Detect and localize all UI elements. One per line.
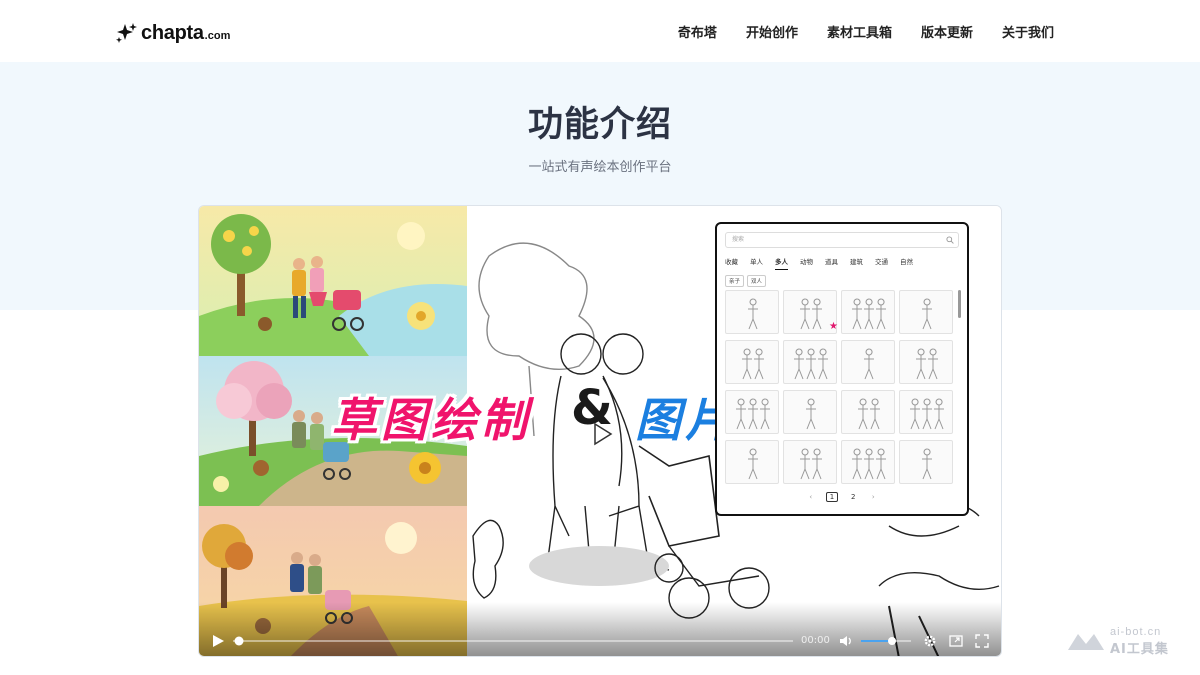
figure-line-art (736, 398, 770, 430)
chip-two-people[interactable]: 双人 (747, 275, 767, 287)
figure-line-art (748, 298, 758, 330)
asset-thumbnail[interactable]: ★ (783, 290, 838, 334)
favorite-star-icon[interactable]: ★ (829, 321, 838, 332)
asset-thumbnail[interactable] (841, 290, 895, 334)
page-1-button[interactable]: 1 (825, 492, 839, 502)
asset-thumbnail[interactable] (725, 390, 779, 434)
site-logo[interactable]: chapta .com (116, 20, 230, 44)
feature-video-player[interactable]: 草图绘制 & 图片转绘 搜索 收藏 单人 多人 动物 道具 建筑 交通 自然 亲… (198, 205, 1002, 657)
asset-pagination: ‹ 1 2 › (717, 492, 967, 502)
video-controls: 00:00 (199, 624, 1001, 656)
search-icon (946, 236, 954, 244)
figure-line-art (864, 348, 874, 380)
watermark-brand: AI工具集 (1110, 642, 1169, 657)
figure-line-art (800, 448, 822, 480)
page-title: 功能介绍 (527, 105, 672, 145)
play-icon[interactable] (583, 416, 619, 452)
asset-thumbnail[interactable] (725, 290, 779, 334)
nav-link-release-notes[interactable]: 版本更新 (921, 22, 973, 41)
page-2-button[interactable]: 2 (848, 493, 858, 501)
figure-line-art (794, 348, 828, 380)
nav-link-qibuta[interactable]: 奇布塔 (678, 22, 717, 41)
asset-thumbnail[interactable] (783, 440, 837, 484)
play-button-icon[interactable] (211, 634, 225, 648)
tab-multi-person[interactable]: 多人 (775, 256, 788, 270)
tab-single-person[interactable]: 单人 (750, 256, 763, 270)
asset-thumbnail[interactable] (841, 340, 895, 384)
video-time: 00:00 (801, 635, 830, 646)
nav-link-about-us[interactable]: 关于我们 (1002, 22, 1054, 41)
volume-slider[interactable] (861, 634, 911, 648)
tab-nature[interactable]: 自然 (900, 256, 913, 270)
asset-filter-chips: 亲子 双人 (725, 275, 767, 287)
asset-thumbnail[interactable] (783, 340, 837, 384)
logo-suffix: .com (204, 30, 231, 42)
asset-thumbnail[interactable] (783, 390, 837, 434)
asset-search-input[interactable]: 搜索 (725, 232, 959, 248)
tab-transport[interactable]: 交通 (875, 256, 888, 270)
figure-line-art (852, 298, 886, 330)
chip-parent-child[interactable]: 亲子 (725, 275, 745, 287)
watermark: ai-bot.cn AI工具集 (1066, 626, 1186, 657)
sparkle-icon (116, 23, 137, 43)
asset-thumbnail[interactable] (725, 440, 779, 484)
figure-line-art (922, 298, 932, 330)
nav-link-asset-toolbox[interactable]: 素材工具箱 (827, 22, 892, 41)
tab-buildings[interactable]: 建筑 (850, 256, 863, 270)
asset-thumbnail[interactable] (841, 440, 895, 484)
figure-line-art (858, 398, 880, 430)
asset-thumbnail[interactable] (841, 390, 895, 434)
illustration-3d-style (199, 356, 467, 506)
asset-category-tabs: 收藏 单人 多人 动物 道具 建筑 交通 自然 (725, 256, 913, 270)
page-subtitle: 一站式有声绘本创作平台 (528, 160, 672, 175)
tab-animals[interactable]: 动物 (800, 256, 813, 270)
watermark-logo-icon (1068, 634, 1104, 650)
figure-line-art (742, 348, 764, 380)
top-navigation: chapta .com 奇布塔 开始创作 素材工具箱 版本更新 关于我们 (0, 0, 1200, 62)
volume-knob (888, 637, 896, 645)
asset-thumbnail[interactable] (899, 340, 953, 384)
nav-links: 奇布塔 开始创作 素材工具箱 版本更新 关于我们 (678, 0, 1054, 62)
asset-search-placeholder: 搜索 (732, 236, 745, 243)
next-page-icon[interactable]: › (868, 493, 878, 501)
prev-page-icon[interactable]: ‹ (806, 493, 816, 501)
asset-library-panel: 搜索 收藏 单人 多人 动物 道具 建筑 交通 自然 亲子 双人 ★ ‹ 1 2… (715, 222, 969, 516)
illustration-cartoon-style (199, 206, 467, 356)
figure-line-art (922, 448, 932, 480)
figure-line-art (806, 398, 816, 430)
watermark-domain: ai-bot.cn (1110, 626, 1162, 638)
fullscreen-icon[interactable] (975, 634, 989, 648)
figure-line-art (748, 448, 758, 480)
figure-line-art (852, 448, 886, 480)
picture-in-picture-icon[interactable] (949, 634, 963, 648)
volume-icon[interactable] (839, 634, 853, 648)
asset-thumbnail[interactable] (725, 340, 779, 384)
settings-gear-icon[interactable] (923, 634, 937, 648)
asset-thumbnail[interactable] (899, 390, 953, 434)
asset-thumbnail[interactable] (899, 440, 953, 484)
nav-link-start-creating[interactable]: 开始创作 (746, 22, 798, 41)
figure-line-art (916, 348, 938, 380)
figure-line-art (910, 398, 944, 430)
logo-text: chapta (141, 22, 204, 44)
progress-knob (234, 636, 244, 646)
tab-props[interactable]: 道具 (825, 256, 838, 270)
tab-favorites[interactable]: 收藏 (725, 256, 738, 270)
asset-thumbnail[interactable] (899, 290, 953, 334)
video-progress-bar[interactable] (233, 634, 793, 648)
asset-scrollbar[interactable] (958, 290, 961, 318)
